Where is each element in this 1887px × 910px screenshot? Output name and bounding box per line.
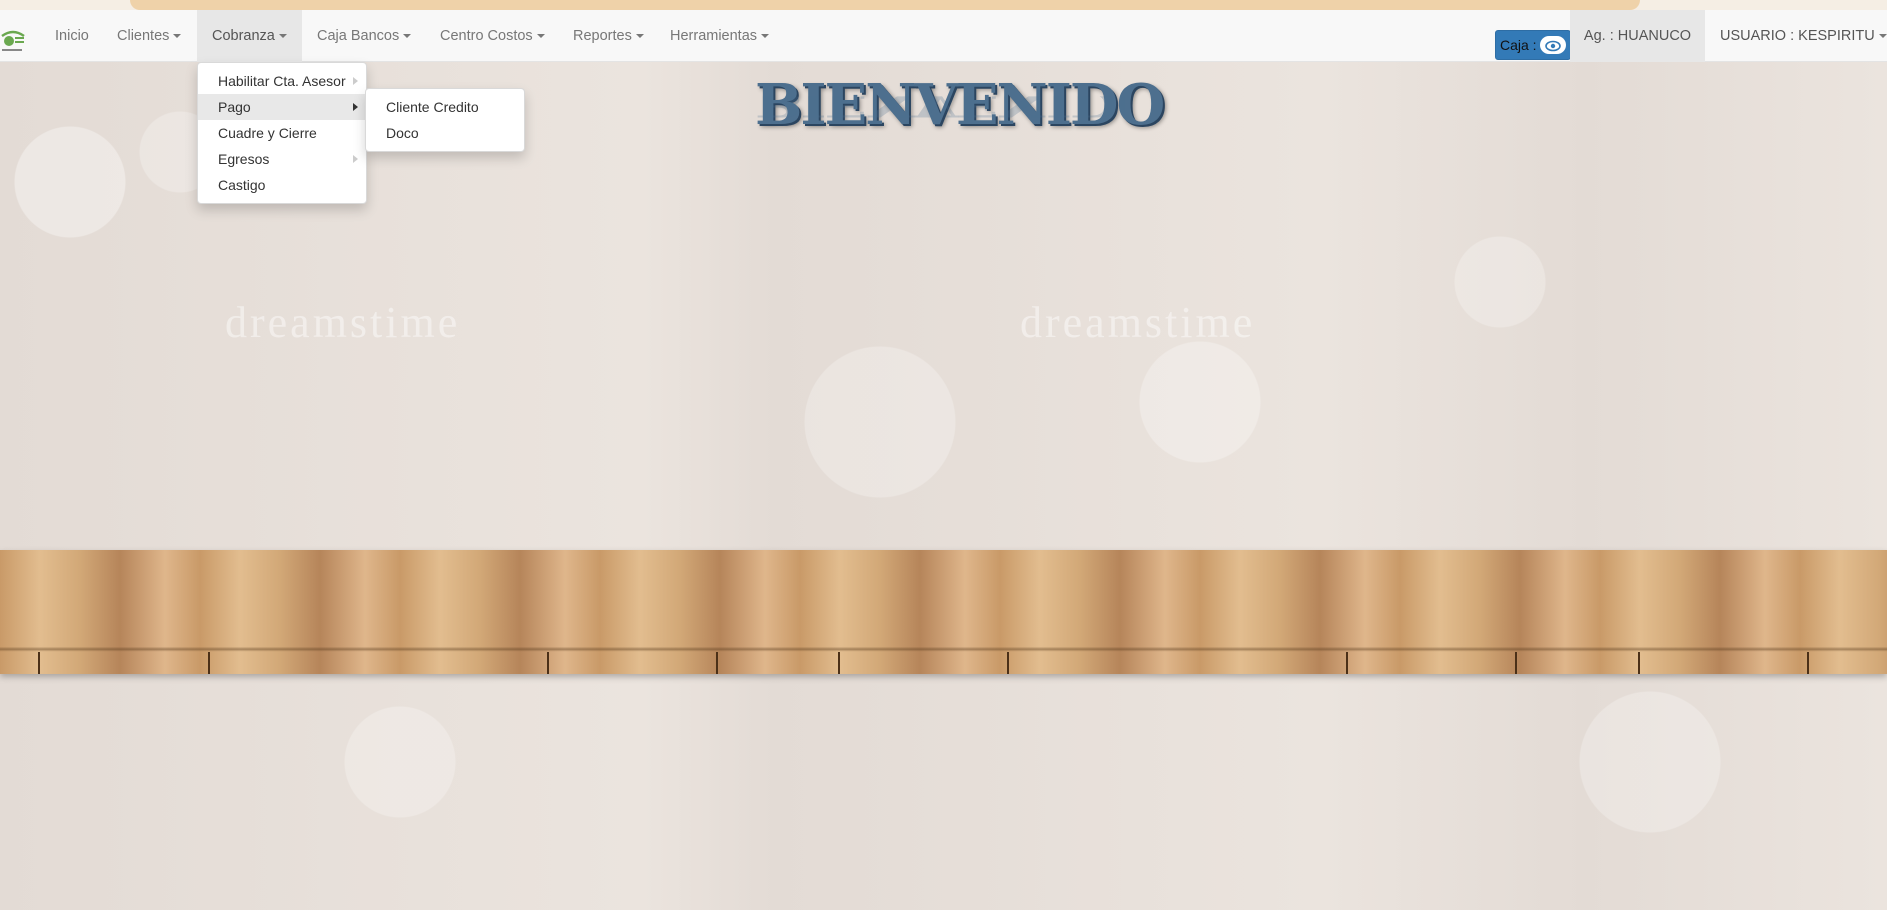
welcome-title-reflection: BIENVENIDO: [755, 96, 1125, 124]
nav-herramientas[interactable]: Herramientas: [655, 10, 784, 62]
user-label: USUARIO : KESPIRITU: [1720, 28, 1875, 44]
wood-plank-edge: [1807, 652, 1809, 674]
nav-cobranza[interactable]: Cobranza: [197, 10, 302, 62]
nav-label: Herramientas: [670, 28, 758, 44]
chevron-right-icon: [353, 103, 358, 111]
menu-item-doco[interactable]: Doco: [366, 120, 524, 146]
user-menu[interactable]: USUARIO : KESPIRITU: [1705, 10, 1887, 62]
wood-plank-edge: [1346, 652, 1348, 674]
nav-label: Reportes: [573, 28, 632, 44]
nav-caja-bancos[interactable]: Caja Bancos: [302, 10, 426, 62]
caja-label: Caja :: [1500, 37, 1537, 53]
wood-plank-edge: [547, 652, 549, 674]
top-strip: [0, 0, 1887, 10]
nav-label: Caja Bancos: [317, 28, 400, 44]
wood-floor: [0, 550, 1887, 674]
pago-submenu: Cliente Credito Doco: [365, 88, 525, 152]
menu-item-egresos[interactable]: Egresos: [198, 146, 366, 172]
menu-item-label: Habilitar Cta. Asesor: [218, 73, 346, 89]
cobranza-dropdown: Habilitar Cta. Asesor Pago Cuadre y Cier…: [197, 62, 367, 204]
menu-item-label: Egresos: [218, 151, 270, 167]
menu-item-label: Cuadre y Cierre: [218, 125, 317, 141]
wood-plank-edge: [1515, 652, 1517, 674]
nav-label: Inicio: [55, 28, 89, 44]
nav-clientes[interactable]: Clientes: [102, 10, 196, 62]
nav-reportes[interactable]: Reportes: [558, 10, 659, 62]
nav-label: Centro Costos: [440, 28, 533, 44]
caja-button[interactable]: Caja :: [1495, 30, 1571, 60]
caret-down-icon: [278, 34, 287, 39]
caret-down-icon: [1878, 34, 1887, 39]
caret-down-icon: [173, 34, 182, 39]
menu-item-label: Cliente Credito: [386, 99, 479, 115]
watermark: dreamstime: [1020, 298, 1256, 347]
menu-item-castigo[interactable]: Castigo: [198, 172, 366, 198]
menu-item-label: Castigo: [218, 177, 266, 193]
caret-down-icon: [536, 34, 545, 39]
caret-down-icon: [761, 34, 770, 39]
menu-item-label: Doco: [386, 125, 419, 141]
watermark: dreamstime: [225, 298, 461, 347]
nav-inicio[interactable]: Inicio: [40, 10, 104, 62]
caret-down-icon: [403, 34, 412, 39]
chevron-right-icon: [353, 155, 358, 163]
wood-plank-edge: [208, 652, 210, 674]
chevron-right-icon: [353, 77, 358, 85]
wood-plank-edge: [716, 652, 718, 674]
wood-plank-edge: [838, 652, 840, 674]
menu-item-pago[interactable]: Pago: [198, 94, 366, 120]
menu-item-cliente-credito[interactable]: Cliente Credito: [366, 94, 524, 120]
wood-plank-edge: [1007, 652, 1009, 674]
top-navbar: Inicio Clientes Cobranza Caja Bancos Cen…: [0, 10, 1887, 62]
logo-icon[interactable]: [0, 26, 26, 54]
menu-item-cuadre-y-cierre[interactable]: Cuadre y Cierre: [198, 120, 366, 146]
menu-item-label: Pago: [218, 99, 251, 115]
wood-plank-edge: [1638, 652, 1640, 674]
agency-label: Ag. : HUANUCO: [1570, 10, 1705, 62]
nav-centro-costos[interactable]: Centro Costos: [425, 10, 560, 62]
nav-label: Clientes: [117, 28, 170, 44]
menu-item-habilitar-cta-asesor[interactable]: Habilitar Cta. Asesor: [198, 68, 366, 94]
caret-down-icon: [635, 34, 644, 39]
wood-plank-edge: [38, 652, 40, 674]
top-banner-bar: [130, 0, 1640, 10]
eye-icon: [1540, 36, 1566, 54]
nav-label: Cobranza: [212, 28, 275, 44]
